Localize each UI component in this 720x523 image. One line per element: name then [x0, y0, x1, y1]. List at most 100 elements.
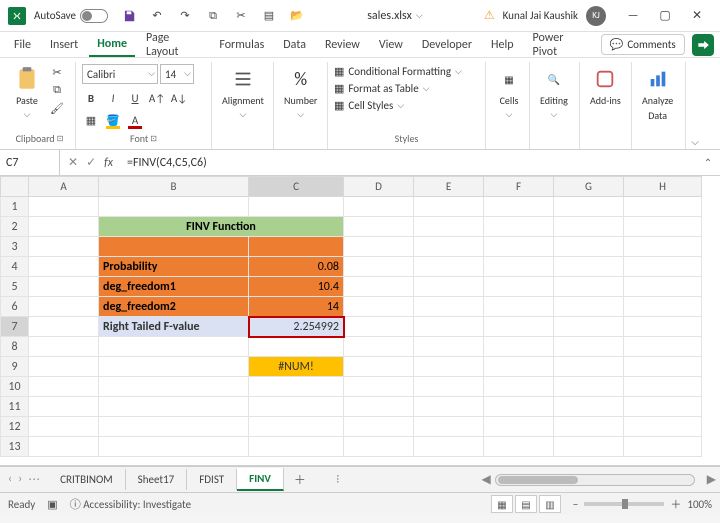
font-size-combo[interactable]: 14	[160, 64, 194, 84]
col-header[interactable]: E	[414, 177, 484, 197]
alignment-button[interactable]: Alignment ⌵	[218, 64, 268, 122]
tab-home[interactable]: Home	[89, 33, 135, 57]
border-button[interactable]: ▦	[82, 112, 100, 128]
new-icon[interactable]: ▤	[260, 8, 278, 24]
cell-b7[interactable]: Right Tailed F-value	[99, 317, 249, 337]
zoom-slider[interactable]	[584, 502, 664, 506]
name-box[interactable]: C7	[0, 150, 60, 175]
formula-input[interactable]: =FINV(C4,C5,C6)	[121, 156, 696, 170]
maximize-button[interactable]: ▢	[650, 4, 680, 28]
font-color-button[interactable]: A	[126, 112, 144, 128]
col-header[interactable]: H	[624, 177, 702, 197]
row-header[interactable]: 6	[1, 297, 29, 317]
sheet-tab-active[interactable]: FINV	[237, 468, 284, 491]
share-button[interactable]	[692, 34, 714, 56]
tab-review[interactable]: Review	[317, 34, 368, 56]
autosave-switch[interactable]	[80, 9, 108, 23]
tab-view[interactable]: View	[371, 34, 411, 56]
select-all-corner[interactable]	[1, 177, 29, 197]
addins-button[interactable]: Add-ins	[586, 64, 625, 109]
comments-button[interactable]: 💬 Comments	[601, 34, 685, 55]
tab-scroll-menu[interactable]: ⁝	[316, 472, 360, 487]
collapse-ribbon-button[interactable]: ⌵	[686, 62, 704, 154]
minimize-button[interactable]: —	[618, 4, 648, 28]
tab-nav-next[interactable]: ›	[18, 472, 22, 487]
cell-c4[interactable]: 0.08	[249, 257, 344, 277]
cell-c9[interactable]: #NUM!	[249, 357, 344, 377]
cell-c6[interactable]: 14	[249, 297, 344, 317]
col-header[interactable]: B	[99, 177, 249, 197]
paste-button[interactable]: Paste ⌵	[10, 64, 44, 122]
user-avatar[interactable]: KJ	[586, 6, 606, 26]
tab-formulas[interactable]: Formulas	[211, 34, 272, 56]
tab-nav-more[interactable]: ⋯	[28, 472, 40, 487]
decrease-font-icon[interactable]: A↓	[170, 90, 188, 106]
scroll-right-button[interactable]: ▶	[703, 472, 720, 487]
copy-icon[interactable]: ⧉	[204, 8, 222, 24]
number-button[interactable]: % Number ⌵	[280, 64, 321, 122]
cell-b6[interactable]: deg_freedom2	[99, 297, 249, 317]
tab-data[interactable]: Data	[275, 34, 314, 56]
row-header[interactable]: 12	[1, 417, 29, 437]
col-header[interactable]: A	[29, 177, 99, 197]
page-layout-view-button[interactable]: ▤	[515, 495, 537, 513]
cell-b4[interactable]: Probability	[99, 257, 249, 277]
row-header[interactable]: 1	[1, 197, 29, 217]
close-button[interactable]: ✕	[682, 4, 712, 28]
macro-icon[interactable]: ▣	[47, 498, 57, 511]
italic-button[interactable]: I	[104, 90, 122, 106]
editing-button[interactable]: 🔍Editing⌵	[536, 64, 572, 122]
enter-formula-icon[interactable]: ✓	[86, 155, 96, 170]
tab-file[interactable]: File	[6, 34, 39, 56]
row-header[interactable]: 13	[1, 437, 29, 457]
row-header[interactable]: 7	[1, 317, 29, 337]
zoom-out-button[interactable]: −	[573, 498, 578, 511]
redo-icon[interactable]: ↷	[176, 8, 194, 24]
tab-insert[interactable]: Insert	[42, 34, 86, 56]
increase-font-icon[interactable]: A↑	[148, 90, 166, 106]
row-header[interactable]: 5	[1, 277, 29, 297]
accessibility-status[interactable]: ⓘ Accessibility: Investigate	[70, 496, 191, 512]
cancel-formula-icon[interactable]: ✕	[68, 155, 78, 170]
font-name-combo[interactable]: Calibri	[82, 64, 158, 84]
sheet-tab[interactable]: Sheet17	[126, 469, 188, 490]
underline-button[interactable]: U	[126, 90, 144, 106]
col-header[interactable]: G	[554, 177, 624, 197]
row-header[interactable]: 8	[1, 337, 29, 357]
add-sheet-button[interactable]: ＋	[284, 467, 316, 492]
cut-icon[interactable]: ✂	[48, 64, 66, 80]
row-header[interactable]: 4	[1, 257, 29, 277]
row-header[interactable]: 10	[1, 377, 29, 397]
tab-nav-prev[interactable]: ‹	[8, 472, 12, 487]
autosave-toggle[interactable]: AutoSave	[34, 9, 108, 23]
undo-icon[interactable]: ↶	[148, 8, 166, 24]
save-icon[interactable]	[120, 8, 138, 24]
sheet-tab[interactable]: CRITBINOM	[48, 469, 126, 490]
cell-c7-selected[interactable]: 2.254992	[249, 317, 344, 337]
scroll-left-button[interactable]: ◀	[478, 472, 495, 487]
fx-icon[interactable]: fx	[104, 156, 113, 170]
cells-button[interactable]: ▦Cells⌵	[492, 64, 526, 122]
col-header[interactable]: D	[344, 177, 414, 197]
format-as-table-button[interactable]: ▦Format as Table⌵	[334, 81, 430, 96]
tab-power-pivot[interactable]: Power Pivot	[525, 27, 595, 63]
sheet-tab[interactable]: FDIST	[187, 469, 237, 490]
cell-c5[interactable]: 10.4	[249, 277, 344, 297]
tab-help[interactable]: Help	[483, 34, 522, 56]
row-header[interactable]: 2	[1, 217, 29, 237]
cell-b2[interactable]: FINV Function	[99, 217, 344, 237]
worksheet-grid[interactable]: A B C D E F G H 1 2FINV Function 3 4Prob…	[0, 176, 720, 466]
expand-formula-bar-button[interactable]: ⌃	[696, 156, 720, 169]
bold-button[interactable]: B	[82, 90, 100, 106]
format-painter-icon[interactable]: 🖌	[48, 100, 66, 116]
horizontal-scrollbar[interactable]	[495, 474, 695, 486]
row-header[interactable]: 11	[1, 397, 29, 417]
tab-page-layout[interactable]: Page Layout	[138, 27, 208, 63]
copy-icon[interactable]: ⧉	[48, 82, 66, 98]
cut-icon[interactable]: ✂	[232, 8, 250, 24]
zoom-level[interactable]: 100%	[687, 498, 712, 511]
row-header[interactable]: 9	[1, 357, 29, 377]
tab-developer[interactable]: Developer	[414, 34, 480, 56]
row-header[interactable]: 3	[1, 237, 29, 257]
fill-color-button[interactable]: 🪣	[104, 112, 122, 128]
